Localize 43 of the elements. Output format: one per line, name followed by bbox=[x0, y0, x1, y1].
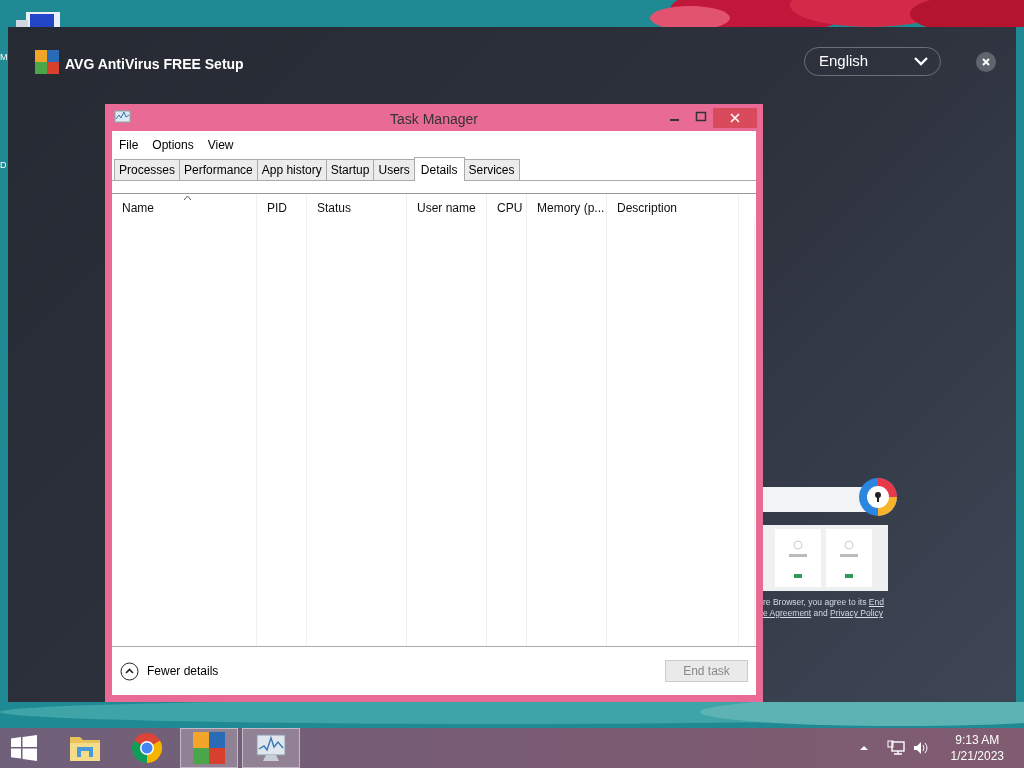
tab[interactable]: Processes bbox=[114, 159, 181, 180]
close-icon bbox=[982, 58, 990, 66]
clock[interactable]: 9:13 AM 1/21/2023 bbox=[950, 732, 1004, 764]
tab[interactable]: Users bbox=[373, 159, 415, 180]
column-header[interactable]: Memory (p... bbox=[527, 194, 607, 217]
desktop-icon-label[interactable]: M bbox=[0, 52, 8, 62]
tab[interactable]: Performance bbox=[179, 159, 258, 180]
tab[interactable]: Startup bbox=[325, 159, 375, 180]
caret-icon[interactable] bbox=[858, 745, 869, 751]
menu-item[interactable]: Options bbox=[145, 133, 201, 157]
link[interactable]: e Agreement bbox=[763, 608, 812, 618]
agreement-text: re Browser, you agree to its End e Agreement and Privacy Policy bbox=[763, 597, 884, 619]
monitor-icon bbox=[254, 733, 288, 763]
chart-icon bbox=[114, 110, 131, 125]
window-title: AVG AntiVirus FREE Setup bbox=[65, 55, 244, 74]
link[interactable]: End bbox=[868, 597, 884, 607]
column-header[interactable]: User name bbox=[407, 194, 487, 217]
tab[interactable]: Details bbox=[413, 157, 465, 181]
tab[interactable]: Services bbox=[463, 159, 520, 180]
column-header[interactable]: Description bbox=[607, 194, 739, 217]
volume-icon[interactable] bbox=[912, 741, 929, 755]
column-header[interactable]: PID bbox=[257, 194, 307, 217]
menu-item[interactable]: File bbox=[112, 133, 146, 157]
column-header[interactable]: Name bbox=[112, 194, 257, 217]
desktop-icon-label[interactable]: D bbox=[0, 160, 7, 170]
logo-icon bbox=[193, 732, 225, 764]
network-icon[interactable] bbox=[886, 740, 905, 756]
window-title: Task Manager bbox=[389, 110, 479, 129]
column-header[interactable]: CPU bbox=[487, 194, 527, 217]
taskbar-button[interactable] bbox=[242, 728, 300, 768]
link[interactable]: Privacy Policy bbox=[830, 608, 883, 618]
chevron-icon bbox=[914, 57, 928, 66]
windows-icon bbox=[11, 735, 37, 761]
tab[interactable]: App history bbox=[256, 159, 327, 180]
column-header[interactable]: Status bbox=[307, 194, 407, 217]
computer-icon[interactable] bbox=[16, 10, 62, 27]
fewer-details-button[interactable]: Fewer details bbox=[120, 661, 219, 681]
collapse-icon bbox=[120, 661, 139, 681]
taskbar-button[interactable] bbox=[180, 728, 238, 768]
close-button[interactable] bbox=[976, 52, 996, 72]
chrome-icon bbox=[131, 732, 163, 764]
logo-icon bbox=[35, 50, 59, 74]
menu-item[interactable]: View bbox=[200, 133, 241, 157]
